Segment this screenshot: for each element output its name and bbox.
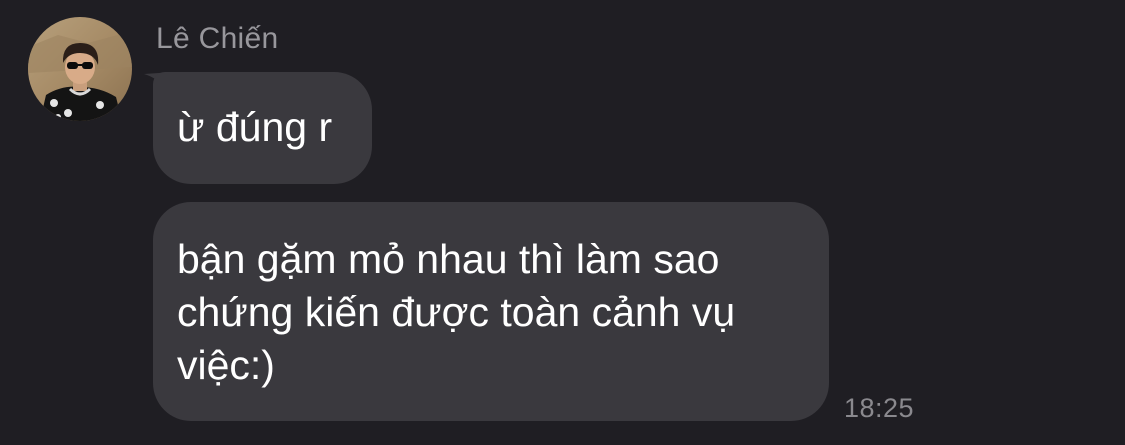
message-timestamp: 18:25 <box>844 393 915 423</box>
sender-avatar[interactable] <box>28 17 132 121</box>
message-text: bận gặm mỏ nhau thì làm sao chứng kiến đ… <box>177 236 736 388</box>
message-bubble[interactable]: bận gặm mỏ nhau thì làm sao chứng kiến đ… <box>153 202 829 421</box>
sender-name: Lê Chiến <box>156 22 279 55</box>
message-text: ừ đúng r <box>177 104 333 150</box>
avatar-photo <box>28 17 132 121</box>
message-bubble[interactable]: ừ đúng r <box>153 72 372 184</box>
